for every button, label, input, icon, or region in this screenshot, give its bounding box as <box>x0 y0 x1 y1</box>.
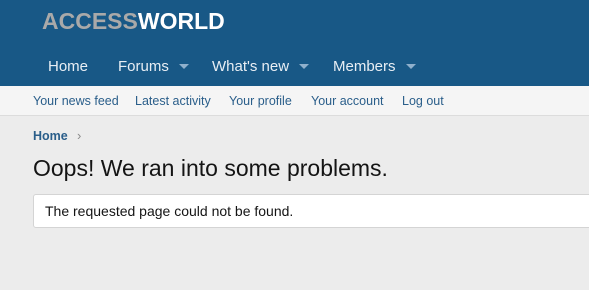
subnav-link-account[interactable]: Your account <box>311 86 384 116</box>
subnav-link-profile[interactable]: Your profile <box>229 86 292 116</box>
logo-text-access: ACCESS <box>42 8 138 34</box>
nav-tab-label: Forums <box>118 58 169 75</box>
nav-tab-forums[interactable]: Forums <box>118 48 189 86</box>
nav-tab-members[interactable]: Members <box>333 48 416 86</box>
nav-tab-label: Members <box>333 58 396 75</box>
nav-tab-label: Home <box>48 58 89 75</box>
subnav-link-log-out[interactable]: Log out <box>402 86 444 116</box>
chevron-right-icon: › <box>77 128 82 143</box>
subnav-link-news-feed[interactable]: Your news feed <box>33 86 119 116</box>
subnav-link-latest-activity[interactable]: Latest activity <box>135 86 211 116</box>
logo-text-world: WORLD <box>137 8 225 34</box>
chevron-down-icon[interactable] <box>178 63 189 69</box>
sub-nav: Your news feed Latest activity Your prof… <box>0 86 589 116</box>
nav-tab-whats-new[interactable]: What's new <box>212 48 310 86</box>
nav-tab-label: What's new <box>212 58 290 75</box>
breadcrumb-home[interactable]: Home <box>33 127 68 145</box>
site-logo[interactable]: ACCESSWORLD <box>42 8 225 34</box>
chevron-down-icon[interactable] <box>405 63 416 69</box>
page-title: Oops! We ran into some problems. <box>33 155 388 181</box>
site-header: ACCESSWORLD Home Forums What's new Membe… <box>0 0 589 86</box>
error-message-box: The requested page could not be found. <box>33 194 589 228</box>
main-nav: Home Forums What's new Members <box>0 48 589 86</box>
nav-tab-home[interactable]: Home <box>48 48 88 86</box>
chevron-down-icon[interactable] <box>299 63 310 69</box>
error-message-text: The requested page could not be found. <box>45 203 294 219</box>
